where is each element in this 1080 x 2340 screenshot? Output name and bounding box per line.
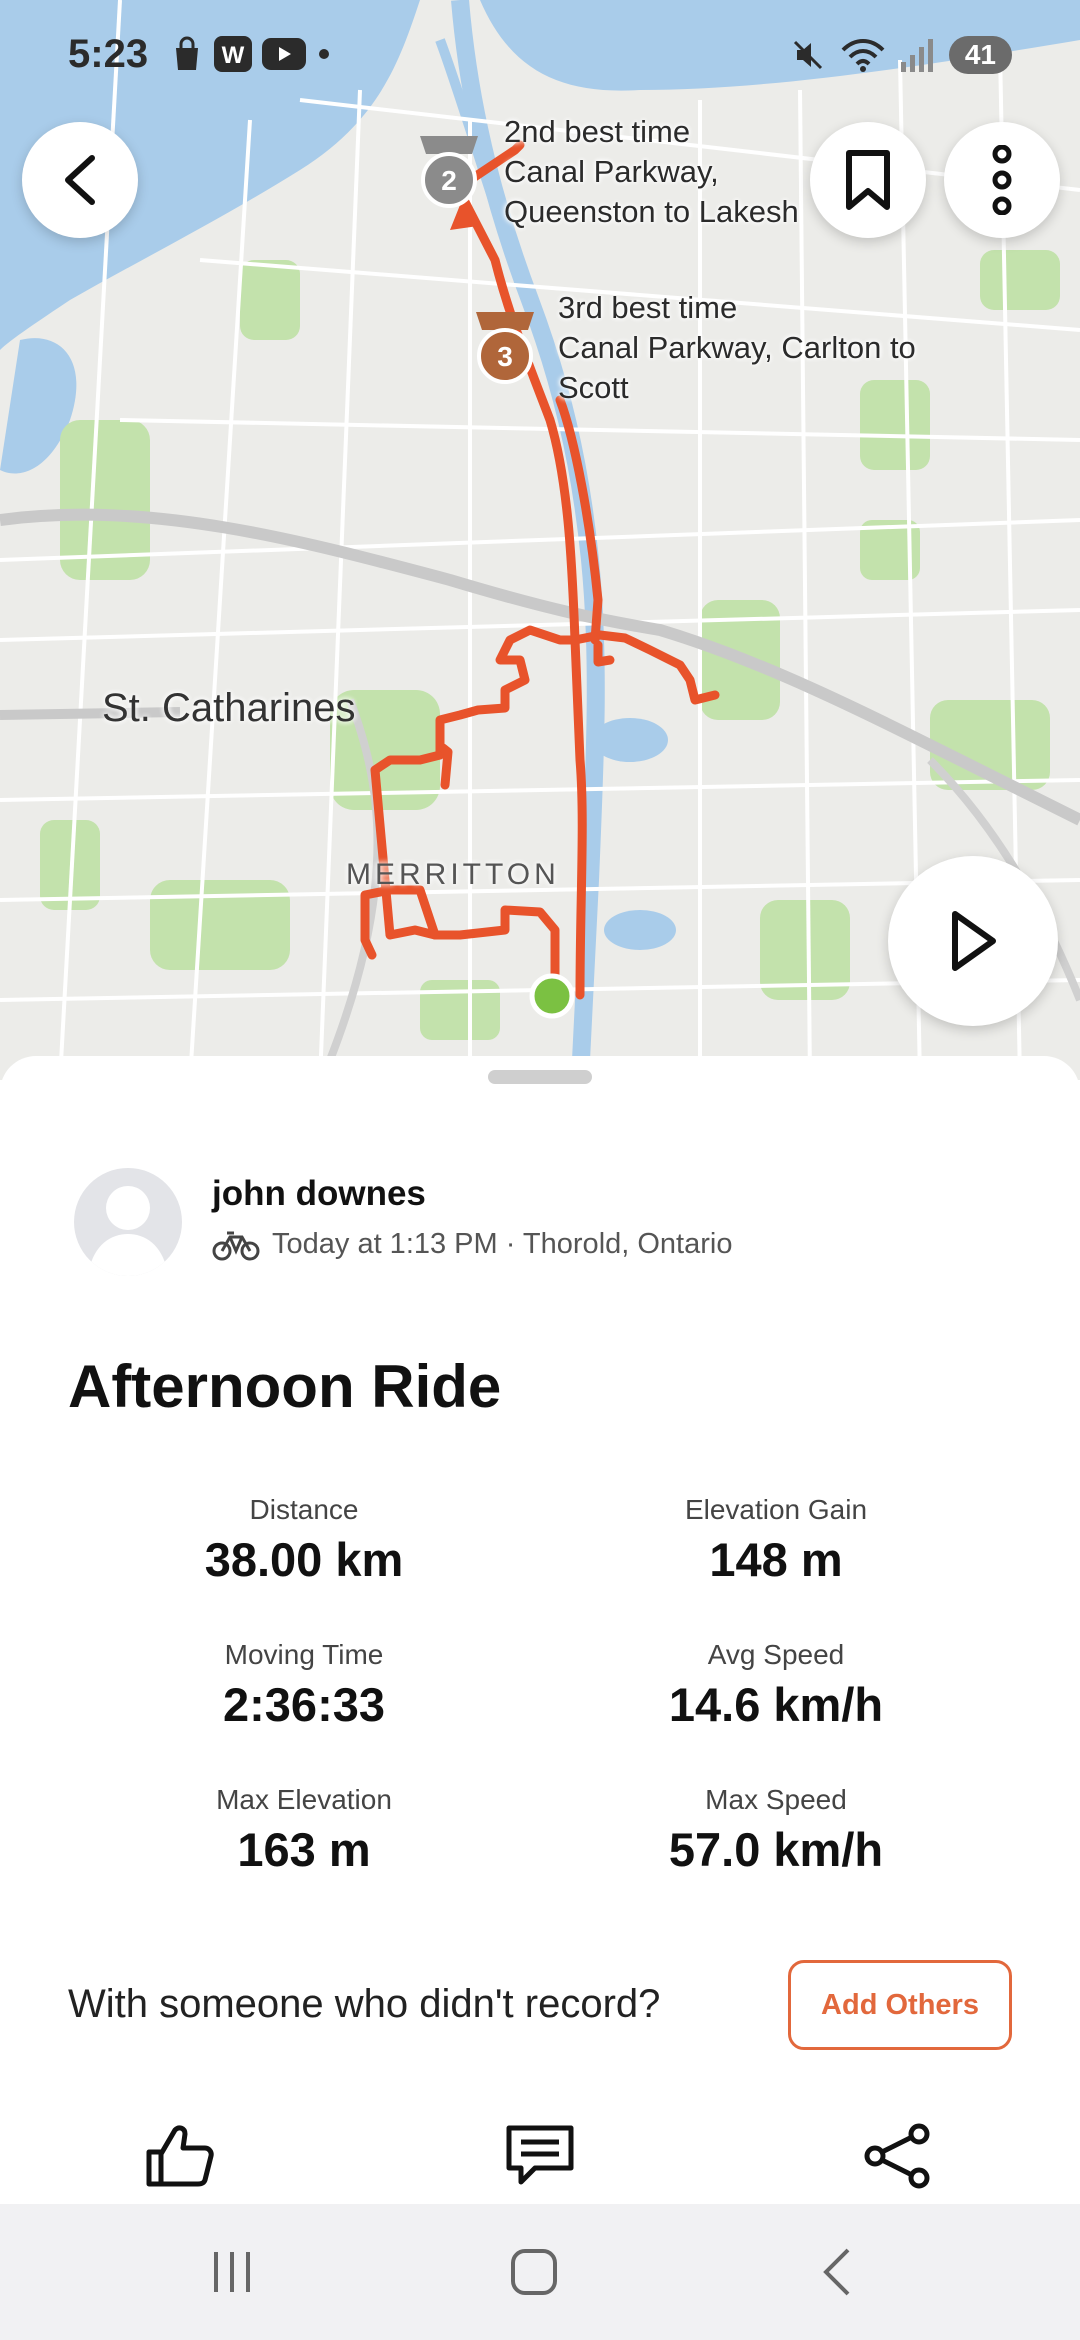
shopping-bag-icon xyxy=(176,36,198,70)
stat-label: Max Speed xyxy=(705,1784,847,1815)
kudos-button[interactable] xyxy=(140,2116,220,2196)
stat-elevation-gain: Elevation Gain 148 m xyxy=(576,1492,976,1592)
w-app-icon: W xyxy=(214,36,252,72)
stat-value: 2:36:33 xyxy=(223,1678,385,1731)
play-icon xyxy=(952,911,996,971)
flyover-play-button[interactable] xyxy=(888,856,1058,1026)
home-button[interactable] xyxy=(494,2238,574,2306)
share-button[interactable] xyxy=(858,2116,938,2196)
wifi-icon xyxy=(841,39,885,72)
activity-title: Afternoon Ride xyxy=(68,1353,502,1420)
youtube-icon xyxy=(262,38,306,70)
segment-title: 2nd best time xyxy=(504,114,691,149)
avatar[interactable] xyxy=(74,1168,182,1276)
athlete-name[interactable]: john downes xyxy=(212,1174,426,1214)
share-icon xyxy=(864,2123,930,2189)
home-icon xyxy=(511,2249,557,2295)
stat-value: 38.00 km xyxy=(204,1533,404,1586)
segment-title: 3rd best time xyxy=(558,290,738,325)
bookmark-icon xyxy=(846,150,890,210)
medal-silver-icon: 2 xyxy=(420,136,478,208)
stat-label: Max Elevation xyxy=(216,1784,392,1815)
segment-callout-2[interactable]: 2nd best time Canal Parkway, Queenston t… xyxy=(504,112,799,232)
activity-meta-text: Today at 1:13 PM · Thorold, Ontario xyxy=(272,1228,733,1260)
mute-icon xyxy=(793,40,822,70)
segment-medal-3[interactable]: 3 xyxy=(470,308,540,388)
bike-icon xyxy=(212,1231,260,1260)
svg-text:W: W xyxy=(222,42,245,69)
chevron-left-icon xyxy=(65,155,95,205)
recent-apps-icon xyxy=(214,2252,250,2292)
stat-value: 163 m xyxy=(237,1823,371,1876)
stat-value: 148 m xyxy=(709,1533,843,1586)
status-time: 5:23 xyxy=(68,32,149,76)
stat-label: Avg Speed xyxy=(707,1639,845,1670)
medal-rank: 2 xyxy=(441,165,457,196)
add-others-button[interactable]: Add Others xyxy=(788,1960,1012,2050)
stat-label: Elevation Gain xyxy=(684,1494,868,1525)
comment-button[interactable] xyxy=(500,2116,580,2196)
stat-moving-time: Moving Time 2:36:33 xyxy=(104,1637,504,1737)
stat-max-elevation: Max Elevation 163 m xyxy=(104,1782,504,1882)
back-button[interactable] xyxy=(22,122,138,238)
stat-label: Moving Time xyxy=(224,1639,384,1670)
default-avatar-icon xyxy=(88,1186,168,1276)
stat-max-speed: Max Speed 57.0 km/h xyxy=(576,1782,976,1882)
save-route-button[interactable] xyxy=(810,122,926,238)
stat-value: 57.0 km/h xyxy=(668,1823,884,1876)
signal-icon xyxy=(900,39,933,72)
status-bar: 5:23 W 41 xyxy=(0,0,1080,110)
drag-handle[interactable] xyxy=(488,1070,592,1084)
more-options-button[interactable] xyxy=(944,122,1060,238)
system-nav-bar xyxy=(0,2204,1080,2340)
stat-label: Distance xyxy=(249,1494,359,1525)
segment-line1: Canal Parkway, Carlton to xyxy=(558,330,916,365)
activity-sheet: john downes Today at 1:13 PM · Thorold, … xyxy=(0,1056,1080,2204)
segment-callout-3[interactable]: 3rd best time Canal Parkway, Carlton to … xyxy=(558,288,916,408)
stat-distance: Distance 38.00 km xyxy=(104,1492,504,1592)
medal-rank: 3 xyxy=(497,341,513,372)
district-label: MERRITTON xyxy=(346,858,560,891)
stat-avg-speed: Avg Speed 14.6 km/h xyxy=(576,1637,976,1737)
segment-line2: Scott xyxy=(558,370,629,405)
thumbs-up-icon xyxy=(146,2125,214,2187)
activity-meta: Today at 1:13 PM · Thorold, Ontario xyxy=(212,1228,732,1261)
segment-line1: Canal Parkway, xyxy=(504,154,719,189)
medal-bronze-icon: 3 xyxy=(476,312,534,384)
back-chevron-icon xyxy=(823,2248,850,2296)
system-back-button[interactable] xyxy=(796,2238,876,2306)
stat-value: 14.6 km/h xyxy=(668,1678,884,1731)
system-icons: 41 xyxy=(791,36,1012,74)
city-label: St. Catharines xyxy=(102,686,356,730)
add-others-prompt: With someone who didn't record? xyxy=(68,1982,661,2026)
comment-icon xyxy=(506,2125,574,2185)
battery-icon: 41 xyxy=(948,36,1012,74)
segment-medal-2[interactable]: 2 xyxy=(414,132,484,212)
dot-icon xyxy=(319,49,329,59)
segment-line2: Queenston to Lakesh xyxy=(504,194,799,229)
route-map[interactable]: 5:23 W 41 2 2nd best time Canal Parkway,… xyxy=(0,0,1080,1080)
recent-apps-button[interactable] xyxy=(192,2238,272,2306)
notification-icons: W xyxy=(170,36,332,72)
more-vertical-icon xyxy=(992,145,1012,215)
